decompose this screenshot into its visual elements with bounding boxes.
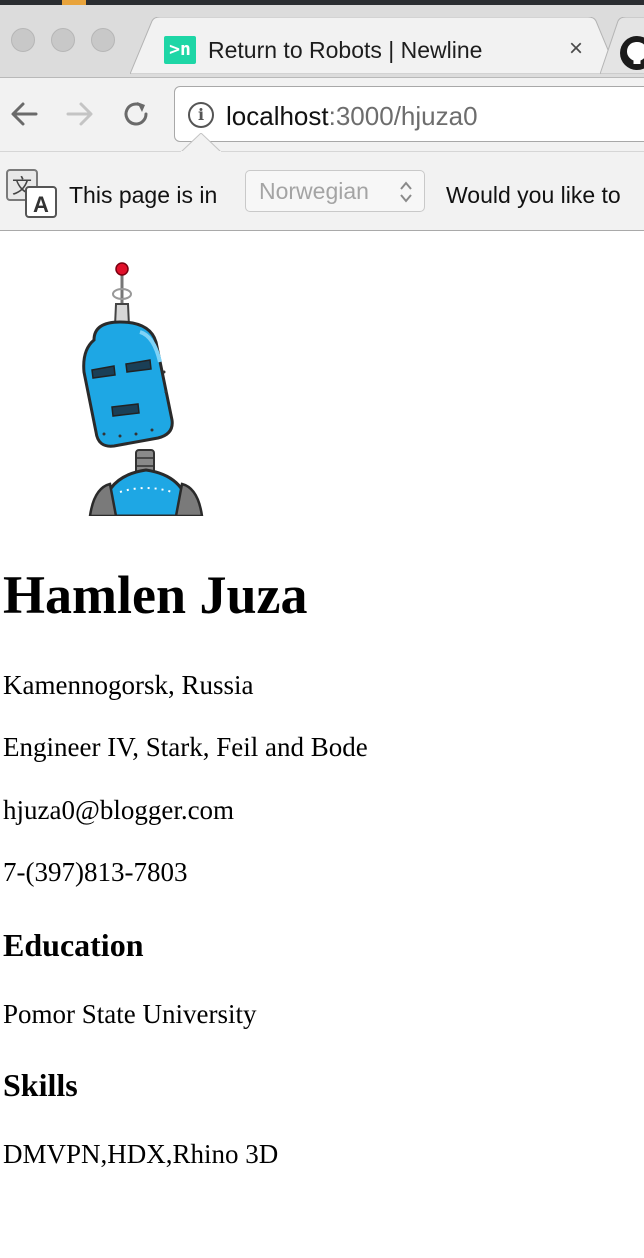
translate-icon: 文 A — [6, 169, 57, 218]
profile-email: hjuza0@blogger.com — [3, 795, 235, 825]
newline-favicon-icon: >n — [164, 36, 196, 64]
close-icon[interactable]: × — [562, 35, 590, 63]
address-url[interactable]: localhost:3000/hjuza0 — [226, 100, 478, 132]
tab-title: Return to Robots | Newline — [208, 37, 483, 63]
language-select-value: Norwegian — [259, 178, 369, 204]
education-heading: Education — [3, 927, 144, 963]
profile-job: Engineer IV, Stark, Feil and Bode — [3, 732, 368, 762]
profile-name: Hamlen Juza — [3, 565, 308, 625]
reload-icon[interactable] — [118, 96, 154, 132]
svg-text:A: A — [33, 192, 49, 217]
window-close-button[interactable] — [11, 28, 35, 52]
info-icon[interactable]: i — [188, 102, 214, 128]
translate-prefix-text: This page is in — [69, 182, 218, 208]
robot-avatar-image — [80, 262, 214, 516]
skills-heading: Skills — [3, 1067, 78, 1103]
translate-question-text: Would you like to — [446, 182, 621, 208]
chevron-up-down-icon — [400, 181, 412, 203]
infobar-pointer — [181, 133, 221, 153]
language-select[interactable]: Norwegian — [245, 170, 425, 212]
profile-phone: 7-(397)813-7803 — [3, 857, 188, 887]
back-icon[interactable] — [6, 96, 42, 132]
education-value: Pomor State University — [3, 999, 257, 1029]
tab-active[interactable]: >n Return to Robots | Newline × — [130, 17, 618, 74]
skills-value: DMVPN,HDX,Rhino 3D — [3, 1139, 279, 1169]
forward-icon[interactable] — [62, 96, 98, 132]
profile-location: Kamennogorsk, Russia — [3, 670, 254, 700]
url-path: :3000/hjuza0 — [328, 101, 478, 131]
window-zoom-button[interactable] — [91, 28, 115, 52]
window-minimize-button[interactable] — [51, 28, 75, 52]
url-host: localhost — [226, 101, 329, 131]
github-icon — [620, 36, 644, 70]
